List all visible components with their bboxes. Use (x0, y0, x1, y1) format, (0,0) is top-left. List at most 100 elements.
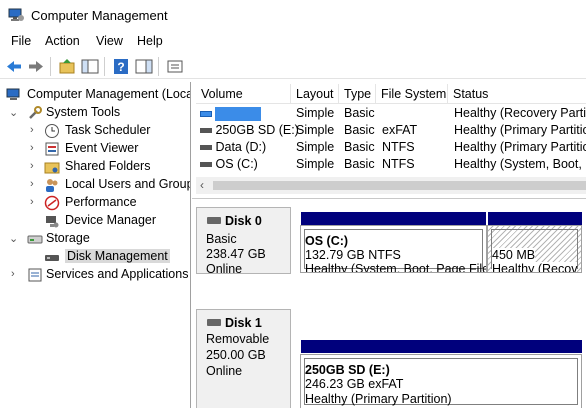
menu-action[interactable]: Action (45, 34, 80, 48)
tree-label: Performance (65, 195, 137, 209)
tree-item-shared-folders[interactable]: › Shared Folders (0, 158, 190, 176)
chevron-right-icon[interactable]: › (30, 160, 34, 172)
chevron-right-icon[interactable]: › (30, 178, 34, 190)
shared-folder-icon (44, 162, 60, 174)
clock-icon (45, 124, 59, 138)
disk-0-label[interactable]: Disk 0 Basic 238.47 GB Online (196, 207, 291, 276)
fs-cell: NTFS (382, 157, 415, 171)
back-arrow-icon[interactable] (4, 57, 24, 76)
disk-state: Online (206, 262, 243, 276)
help-icon[interactable]: ? (111, 57, 131, 76)
tree-item-system-tools[interactable]: ⌄ System Tools (0, 104, 190, 122)
tree-label: Task Scheduler (65, 123, 151, 137)
column-header-file-system[interactable]: File System (376, 84, 448, 104)
partition-os-c[interactable]: OS (C:) 132.79 GB NTFS Healthy (System, … (300, 225, 487, 273)
chevron-right-icon[interactable]: › (11, 268, 15, 280)
table-row[interactable]: Data (D:) Simple Basic NTFS Healthy (Pri… (196, 139, 586, 156)
tree-item-event-viewer[interactable]: › Event Viewer (0, 140, 190, 158)
scrollbar-thumb[interactable] (213, 181, 586, 190)
volume-icon (200, 145, 212, 151)
column-header-layout[interactable]: Layout (291, 84, 339, 104)
services-icon (28, 268, 42, 282)
disk-1-label[interactable]: Disk 1 Removable 250.00 GB Online (196, 309, 291, 408)
partition-size: 450 MB (492, 248, 536, 262)
selected-volume-highlight (215, 106, 262, 121)
horizontal-scrollbar[interactable]: ‹ (196, 177, 586, 194)
fs-cell: exFAT (382, 123, 418, 137)
volume-cell (200, 106, 262, 121)
layout-cell: Simple (296, 106, 335, 120)
disk-state: Online (206, 364, 243, 378)
show-hide-tree-icon[interactable] (80, 57, 100, 76)
tree-label: Local Users and Groups (65, 177, 191, 191)
up-folder-icon[interactable] (57, 57, 77, 76)
computer-management-icon (8, 8, 24, 21)
chevron-right-icon[interactable]: › (30, 142, 34, 154)
chevron-down-icon[interactable]: ⌄ (9, 106, 18, 119)
disk-icon (207, 217, 221, 224)
tree-item-root[interactable]: Computer Management (Local (0, 86, 190, 104)
disk-name: Disk 1 (225, 316, 262, 330)
disk-icon (207, 319, 221, 326)
tools-icon (29, 106, 42, 119)
volume-cell: 250GB SD (E:) (200, 123, 299, 137)
disk-graphical-view: Disk 0 Basic 238.47 GB Online OS (C:) 13… (192, 198, 586, 408)
status-cell: Healthy (System, Boot, Pa (454, 157, 586, 171)
volume-cell: OS (C:) (200, 157, 258, 171)
tree-item-task-scheduler[interactable]: › Task Scheduler (0, 122, 190, 140)
tree-item-storage[interactable]: ⌄ Storage (0, 230, 190, 248)
partition-sd-e[interactable]: 250GB SD (E:) 246.23 GB exFAT Healthy (P… (300, 354, 582, 408)
toolbar: ? (0, 54, 586, 79)
partition-status: Healthy (Recov (492, 262, 578, 272)
action-pane-icon[interactable] (134, 57, 154, 76)
event-viewer-icon (45, 142, 59, 156)
tree-label: Shared Folders (65, 159, 151, 173)
volume-icon (200, 162, 212, 168)
tree-label: Device Manager (65, 213, 157, 227)
partition-title: 250GB SD (E:) (305, 363, 390, 377)
status-cell: Healthy (Primary Partitio (454, 123, 586, 137)
tree-label: System Tools (46, 105, 121, 119)
chevron-right-icon[interactable]: › (30, 124, 34, 136)
partition-size: 246.23 GB exFAT (305, 377, 404, 391)
computer-management-icon (6, 88, 20, 100)
partition-recovery[interactable]: 450 MB Healthy (Recov (487, 225, 582, 273)
partition-bar (300, 340, 582, 353)
properties-icon[interactable] (165, 57, 185, 76)
title-bar: Computer Management (0, 0, 586, 32)
menu-file[interactable]: File (11, 34, 31, 48)
type-cell: Basic (344, 140, 375, 154)
partition-title: OS (C:) (305, 234, 349, 248)
tree-item-disk-management[interactable]: Disk Management (0, 248, 190, 266)
table-row[interactable]: Simple Basic Healthy (Recovery Partitio (196, 105, 586, 122)
tree-label: Event Viewer (65, 141, 139, 155)
tree-item-local-users[interactable]: › Local Users and Groups (0, 176, 191, 194)
window-title: Computer Management (31, 8, 168, 23)
column-header-type[interactable]: Type (339, 84, 376, 104)
forward-arrow-icon[interactable] (26, 57, 46, 76)
column-header-status[interactable]: Status (448, 84, 586, 104)
scroll-left-icon[interactable]: ‹ (200, 178, 204, 192)
layout-cell: Simple (296, 123, 335, 137)
status-cell: Healthy (Primary Partitio (454, 140, 586, 154)
partition-status: Healthy (System, Boot, Page File, (305, 262, 487, 273)
volume-icon (200, 128, 212, 134)
tree-label: Storage (46, 231, 90, 245)
performance-icon (44, 195, 60, 211)
table-row[interactable]: 250GB SD (E:) Simple Basic exFAT Healthy… (196, 122, 586, 139)
volume-icon (200, 110, 212, 117)
table-row[interactable]: OS (C:) Simple Basic NTFS Healthy (Syste… (196, 156, 586, 173)
chevron-down-icon[interactable]: ⌄ (9, 232, 18, 245)
volume-cell: Data (D:) (200, 140, 266, 154)
device-manager-icon (46, 216, 59, 228)
chevron-right-icon[interactable]: › (30, 196, 34, 208)
menu-help[interactable]: Help (137, 34, 163, 48)
tree-item-device-manager[interactable]: Device Manager (0, 212, 190, 230)
storage-icon (27, 235, 43, 244)
tree-item-services[interactable]: › Services and Applications (0, 266, 190, 284)
volume-name: 250GB SD (E:) (215, 123, 299, 137)
tree-item-performance[interactable]: › Performance (0, 194, 190, 212)
disk-kind: Basic (206, 232, 237, 246)
column-header-volume[interactable]: Volume (196, 84, 291, 104)
menu-view[interactable]: View (96, 34, 123, 48)
